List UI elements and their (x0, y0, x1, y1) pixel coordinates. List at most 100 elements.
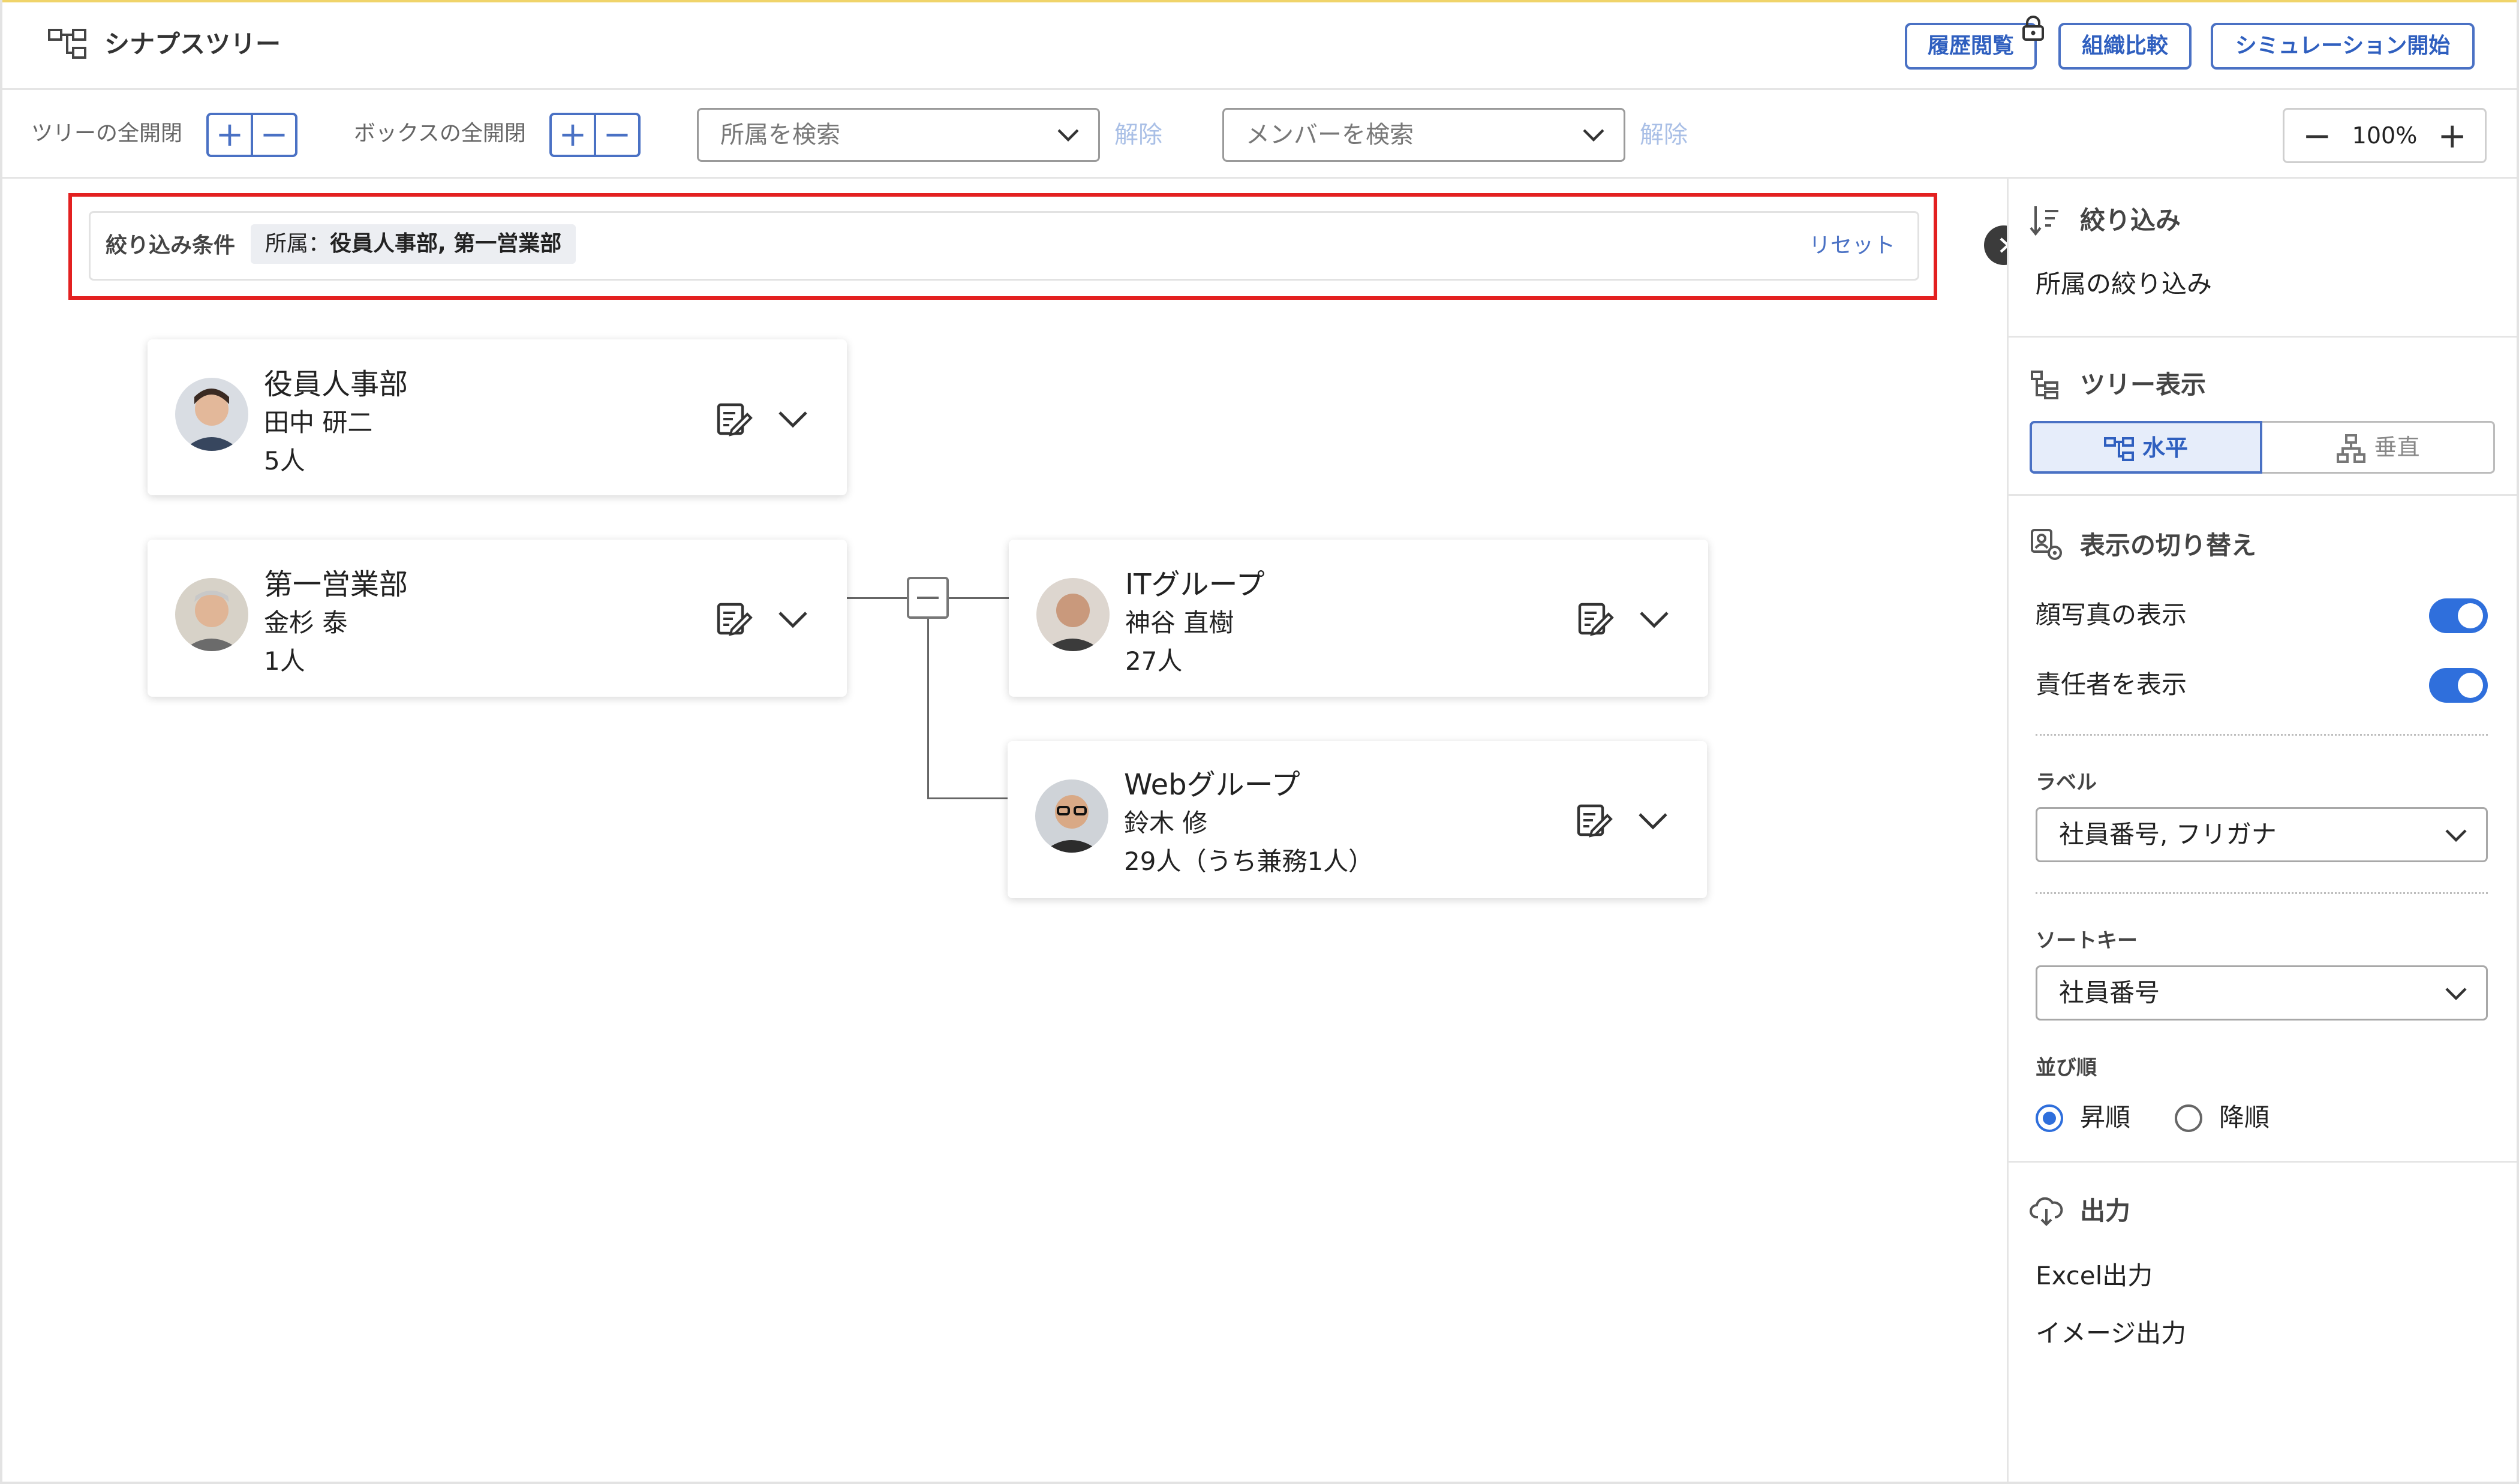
tree-collapse-all-button[interactable]: − (251, 115, 295, 155)
horizontal-tree-icon (2103, 437, 2134, 461)
zoom-control: − 100% + (2283, 108, 2487, 163)
org-card-count: 29人（うち兼務1人） (1124, 847, 1374, 876)
window-bottom-edge (0, 1482, 2519, 1484)
tree-view-icon (2031, 371, 2058, 399)
org-card-name: 役員人事部 (264, 368, 408, 401)
sortkey-select[interactable]: 社員番号 (2036, 965, 2488, 1021)
filter-reset-link[interactable]: リセット (1809, 231, 1895, 261)
tree-toggle-buttons: + − (206, 113, 297, 157)
order-desc-radio[interactable] (2175, 1104, 2202, 1132)
org-card-name: ITグループ (1125, 568, 1265, 601)
compare-button[interactable]: 組織比較 (2058, 23, 2192, 70)
show-manager-label: 責任者を表示 (2036, 670, 2187, 699)
affiliation-clear-link[interactable]: 解除 (1114, 108, 1162, 162)
org-card-manager: 鈴木 修 (1124, 808, 1208, 838)
chevron-down-icon[interactable] (1637, 808, 1669, 832)
member-search-select[interactable]: メンバーを検索 (1222, 108, 1625, 162)
avatar (1035, 779, 1108, 853)
affiliation-search-placeholder: 所属を検索 (720, 121, 840, 149)
filter-chip-key: 所属： (265, 231, 330, 256)
chevron-down-icon (2445, 988, 2467, 1001)
member-search-placeholder: メンバーを検索 (1246, 121, 1414, 149)
order-section-title: 並び順 (2036, 1056, 2097, 1080)
zoom-out-button[interactable]: − (2302, 118, 2332, 153)
cloud-download-icon (2030, 1197, 2063, 1226)
vertical-tree-icon (2337, 434, 2366, 463)
org-card-name: 第一営業部 (264, 568, 408, 601)
chevron-down-icon[interactable] (1639, 607, 1670, 631)
memo-edit-icon[interactable] (1575, 598, 1615, 638)
sortkey-section-title: ソートキー (2036, 929, 2138, 953)
org-card-count: 27人 (1125, 646, 1183, 676)
org-card-count: 1人 (264, 646, 305, 676)
order-asc-radio[interactable] (2036, 1104, 2063, 1132)
chevron-down-icon[interactable] (777, 407, 808, 431)
label-select[interactable]: 社員番号, フリガナ (2036, 807, 2488, 862)
divider (2007, 494, 2517, 496)
window-right-edge (2517, 0, 2519, 1484)
avatar (175, 578, 248, 651)
org-card-name: Webグループ (1124, 768, 1300, 802)
affiliation-filter-link[interactable]: 所属の絞り込み (2036, 266, 2212, 302)
member-clear-link[interactable]: 解除 (1640, 108, 1688, 162)
box-expand-all-button[interactable]: + (552, 115, 594, 155)
minus-icon (917, 597, 939, 599)
chevron-down-icon (2445, 829, 2467, 842)
show-manager-toggle[interactable] (2429, 668, 2488, 703)
tree-toggle-label: ツリーの全開閉 (31, 121, 183, 146)
window-left-edge (0, 0, 2, 1484)
memo-edit-icon[interactable] (1574, 800, 1613, 839)
tree-connector (927, 797, 1009, 799)
filter-sort-icon (2030, 206, 2058, 236)
divider (2036, 734, 2488, 736)
org-card-manager: 神谷 直樹 (1125, 608, 1234, 637)
tree-connector (949, 597, 1009, 599)
tree-horizontal-button[interactable]: 水平 (2030, 421, 2262, 474)
divider (2007, 1161, 2517, 1163)
avatar (175, 378, 248, 451)
tree-connector (927, 619, 929, 799)
box-toggle-buttons: + − (549, 113, 641, 157)
box-collapse-all-button[interactable]: − (594, 115, 638, 155)
chevron-down-icon (1583, 129, 1604, 142)
display-section-title: 表示の切り替え (2080, 531, 2257, 560)
simulation-button[interactable]: シミュレーション開始 (2211, 23, 2475, 70)
show-photo-label: 顔写真の表示 (2036, 600, 2187, 630)
tree-vertical-label: 垂直 (2374, 434, 2420, 460)
memo-edit-icon[interactable] (714, 399, 753, 438)
org-card-manager: 金杉 泰 (264, 608, 348, 637)
image-output-link[interactable]: イメージ出力 (2036, 1316, 2186, 1351)
affiliation-search-select[interactable]: 所属を検索 (697, 108, 1100, 162)
label-select-value: 社員番号, フリガナ (2059, 820, 2277, 849)
divider (2036, 892, 2488, 894)
show-photo-toggle[interactable] (2429, 598, 2488, 633)
tree-view-section-title: ツリー表示 (2080, 370, 2207, 399)
history-button[interactable]: 履歴閲覧 (1905, 23, 2037, 70)
tree-horizontal-label: 水平 (2142, 435, 2188, 461)
excel-output-link[interactable]: Excel出力 (2036, 1258, 2153, 1294)
order-desc-label: 降順 (2219, 1103, 2270, 1132)
output-section-title: 出力 (2080, 1196, 2131, 1226)
zoom-level: 100% (2352, 122, 2418, 149)
filter-section-title: 絞り込み (2080, 206, 2181, 235)
filter-chip: 所属：役員人事部, 第一営業部 (251, 224, 576, 264)
zoom-in-button[interactable]: + (2437, 118, 2467, 153)
org-card-manager: 田中 研二 (264, 408, 373, 437)
tree-connector (847, 597, 907, 599)
filter-chip-value: 役員人事部, 第一営業部 (330, 231, 562, 256)
app-title: シナプスツリー (104, 29, 281, 59)
avatar (1036, 578, 1110, 651)
branch-collapse-button[interactable] (907, 577, 949, 619)
memo-edit-icon[interactable] (714, 598, 753, 638)
tree-vertical-button[interactable]: 垂直 (2262, 421, 2495, 474)
sortkey-select-value: 社員番号 (2059, 978, 2160, 1007)
org-tree-icon (48, 29, 86, 59)
box-toggle-label: ボックスの全開閉 (354, 121, 526, 146)
filter-condition-label: 絞り込み条件 (106, 233, 236, 258)
tree-expand-all-button[interactable]: + (209, 115, 251, 155)
lock-icon (2022, 16, 2044, 41)
divider (2007, 336, 2517, 338)
org-card-count: 5人 (264, 446, 305, 475)
chevron-down-icon[interactable] (777, 607, 808, 631)
label-section-title: ラベル (2036, 770, 2097, 794)
